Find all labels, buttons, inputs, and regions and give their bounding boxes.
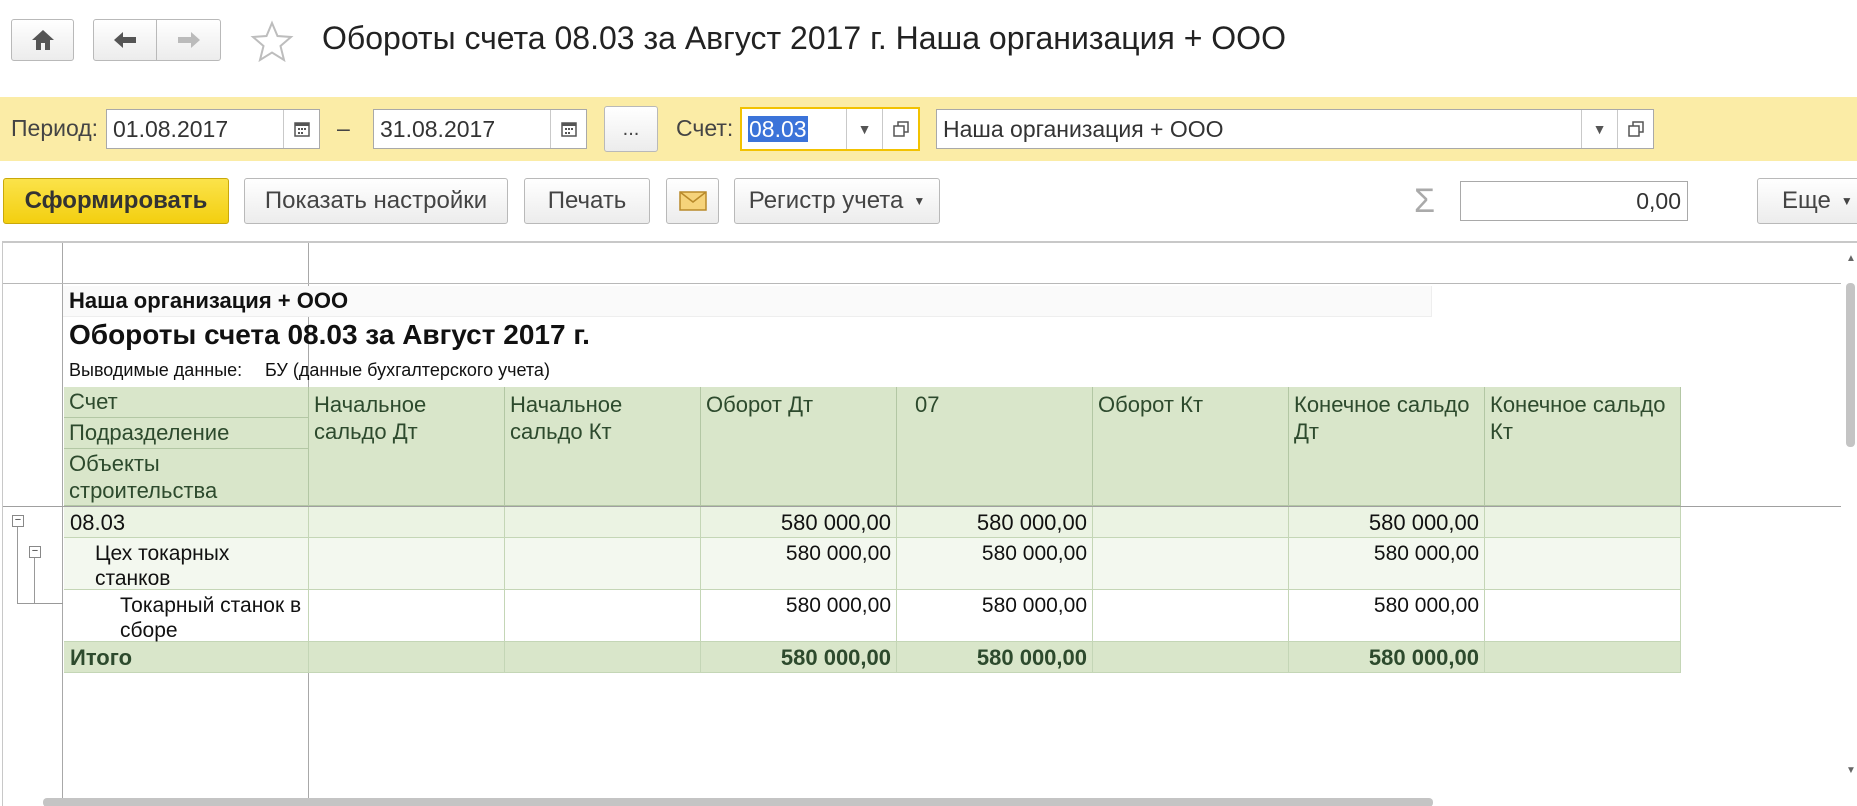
column-header: Конечное сальдо Кт xyxy=(1485,387,1681,506)
sum-icon: Σ xyxy=(1414,182,1436,220)
chevron-down-icon[interactable]: ▼ xyxy=(1581,110,1617,148)
header-division: Подразделение xyxy=(64,418,309,449)
date-to-field[interactable]: 31.08.2017 xyxy=(373,109,587,149)
collapse-toggle-icon[interactable]: − xyxy=(12,515,24,527)
value-cell xyxy=(505,590,701,642)
value-cell: 580 000,00 xyxy=(897,590,1093,642)
output-value: БУ (данные бухгалтерского учета) xyxy=(265,360,550,380)
sheet-gridline xyxy=(3,283,1841,284)
date-to-value: 31.08.2017 xyxy=(380,115,496,142)
calendar-icon[interactable] xyxy=(550,110,586,148)
chevron-down-icon[interactable]: ▼ xyxy=(846,109,882,149)
sum-field: 0,00 xyxy=(1460,181,1688,221)
value-cell: 580 000,00 xyxy=(701,590,897,642)
value-cell xyxy=(309,538,505,590)
value-cell xyxy=(1093,507,1289,538)
row-label: Токарный станок в сборе xyxy=(64,590,309,642)
value-cell xyxy=(1485,590,1681,642)
total-cell xyxy=(505,642,701,673)
date-from-value: 01.08.2017 xyxy=(113,115,229,142)
header-account: Счет xyxy=(64,387,309,418)
envelope-icon xyxy=(678,191,707,211)
chevron-down-icon: ▼ xyxy=(1840,194,1853,208)
value-cell: 580 000,00 xyxy=(1289,590,1485,642)
sheet-gridline xyxy=(62,243,63,806)
print-button[interactable]: Печать xyxy=(524,178,650,224)
total-row-label: Итого xyxy=(64,642,309,673)
value-cell: 580 000,00 xyxy=(897,507,1093,538)
account-value: 08.03 xyxy=(748,115,808,142)
account-field[interactable]: 08.03 ▼ xyxy=(740,107,920,151)
tree-line xyxy=(17,603,63,604)
total-cell: 580 000,00 xyxy=(897,642,1093,673)
value-cell: 580 000,00 xyxy=(1289,507,1485,538)
column-header: Оборот Дт xyxy=(701,387,897,506)
column-header: Начальное сальдо Кт xyxy=(505,387,701,506)
report-title: Обороты счета 08.03 за Август 2017 г. xyxy=(69,319,590,350)
more-button[interactable]: Еще ▼ xyxy=(1757,178,1857,224)
report-organization: Наша организация + ООО xyxy=(69,288,349,313)
value-cell: 580 000,00 xyxy=(701,538,897,590)
arrow-left-icon xyxy=(114,32,136,48)
open-form-icon[interactable] xyxy=(1617,110,1653,148)
organization-value: Наша организация + ООО xyxy=(943,115,1224,142)
home-button[interactable] xyxy=(11,19,74,61)
value-cell xyxy=(1093,538,1289,590)
value-cell xyxy=(505,538,701,590)
calendar-icon[interactable] xyxy=(283,110,319,148)
output-label: Выводимые данные: xyxy=(69,360,243,380)
value-cell xyxy=(505,507,701,538)
column-header: Начальное сальдо Дт xyxy=(309,387,505,506)
tree-line xyxy=(17,527,18,603)
star-icon xyxy=(250,20,294,63)
back-button[interactable] xyxy=(93,19,157,61)
favorite-button[interactable] xyxy=(250,20,294,64)
date-dash: – xyxy=(337,115,350,141)
generate-button[interactable]: Сформировать xyxy=(3,178,229,224)
value-cell xyxy=(1485,507,1681,538)
total-cell: 580 000,00 xyxy=(701,642,897,673)
vertical-scrollbar-thumb[interactable] xyxy=(1846,283,1855,447)
show-settings-button[interactable]: Показать настройки xyxy=(244,178,508,224)
row-label: Цех токарных станков xyxy=(64,538,309,590)
report-area[interactable]: Наша организация + ООО Обороты счета 08.… xyxy=(2,241,1857,806)
value-cell xyxy=(1093,590,1289,642)
column-header: Оборот Кт xyxy=(1093,387,1289,506)
arrow-right-icon xyxy=(177,32,200,48)
value-cell: 580 000,00 xyxy=(701,507,897,538)
scrollbar-up-arrow[interactable]: ▲ xyxy=(1846,253,1856,264)
header-construction-objects: Объекты строительства xyxy=(64,449,309,506)
total-cell xyxy=(309,642,505,673)
column-header: 07 xyxy=(897,387,1093,506)
register-label: Регистр учета xyxy=(748,187,904,214)
value-cell xyxy=(309,590,505,642)
total-cell xyxy=(1093,642,1289,673)
more-label: Еще xyxy=(1782,187,1831,214)
chevron-down-icon: ▼ xyxy=(913,194,926,208)
open-form-icon[interactable] xyxy=(882,109,918,149)
home-icon xyxy=(31,30,54,50)
collapse-toggle-icon[interactable]: − xyxy=(29,546,41,558)
tree-line xyxy=(34,558,35,603)
value-cell: 580 000,00 xyxy=(897,538,1093,590)
sum-value: 0,00 xyxy=(1636,187,1681,214)
value-cell xyxy=(1485,538,1681,590)
account-label: Счет: xyxy=(676,115,734,141)
window-title: Обороты счета 08.03 за Август 2017 г. На… xyxy=(322,20,1286,56)
register-menu-button[interactable]: Регистр учета ▼ xyxy=(734,178,940,224)
total-cell xyxy=(1485,642,1681,673)
organization-field[interactable]: Наша организация + ООО ▼ xyxy=(936,109,1654,149)
horizontal-scrollbar-thumb[interactable] xyxy=(43,798,1433,806)
date-from-field[interactable]: 01.08.2017 xyxy=(106,109,320,149)
value-cell xyxy=(309,507,505,538)
forward-button[interactable] xyxy=(156,19,221,61)
column-header: Конечное сальдо Дт xyxy=(1289,387,1485,506)
period-label: Период: xyxy=(11,115,99,141)
total-cell: 580 000,00 xyxy=(1289,642,1485,673)
scrollbar-down-arrow[interactable]: ▼ xyxy=(1846,765,1856,776)
row-label: 08.03 xyxy=(64,507,309,538)
value-cell: 580 000,00 xyxy=(1289,538,1485,590)
send-email-button[interactable] xyxy=(666,178,719,224)
period-select-button[interactable]: ... xyxy=(604,106,658,152)
